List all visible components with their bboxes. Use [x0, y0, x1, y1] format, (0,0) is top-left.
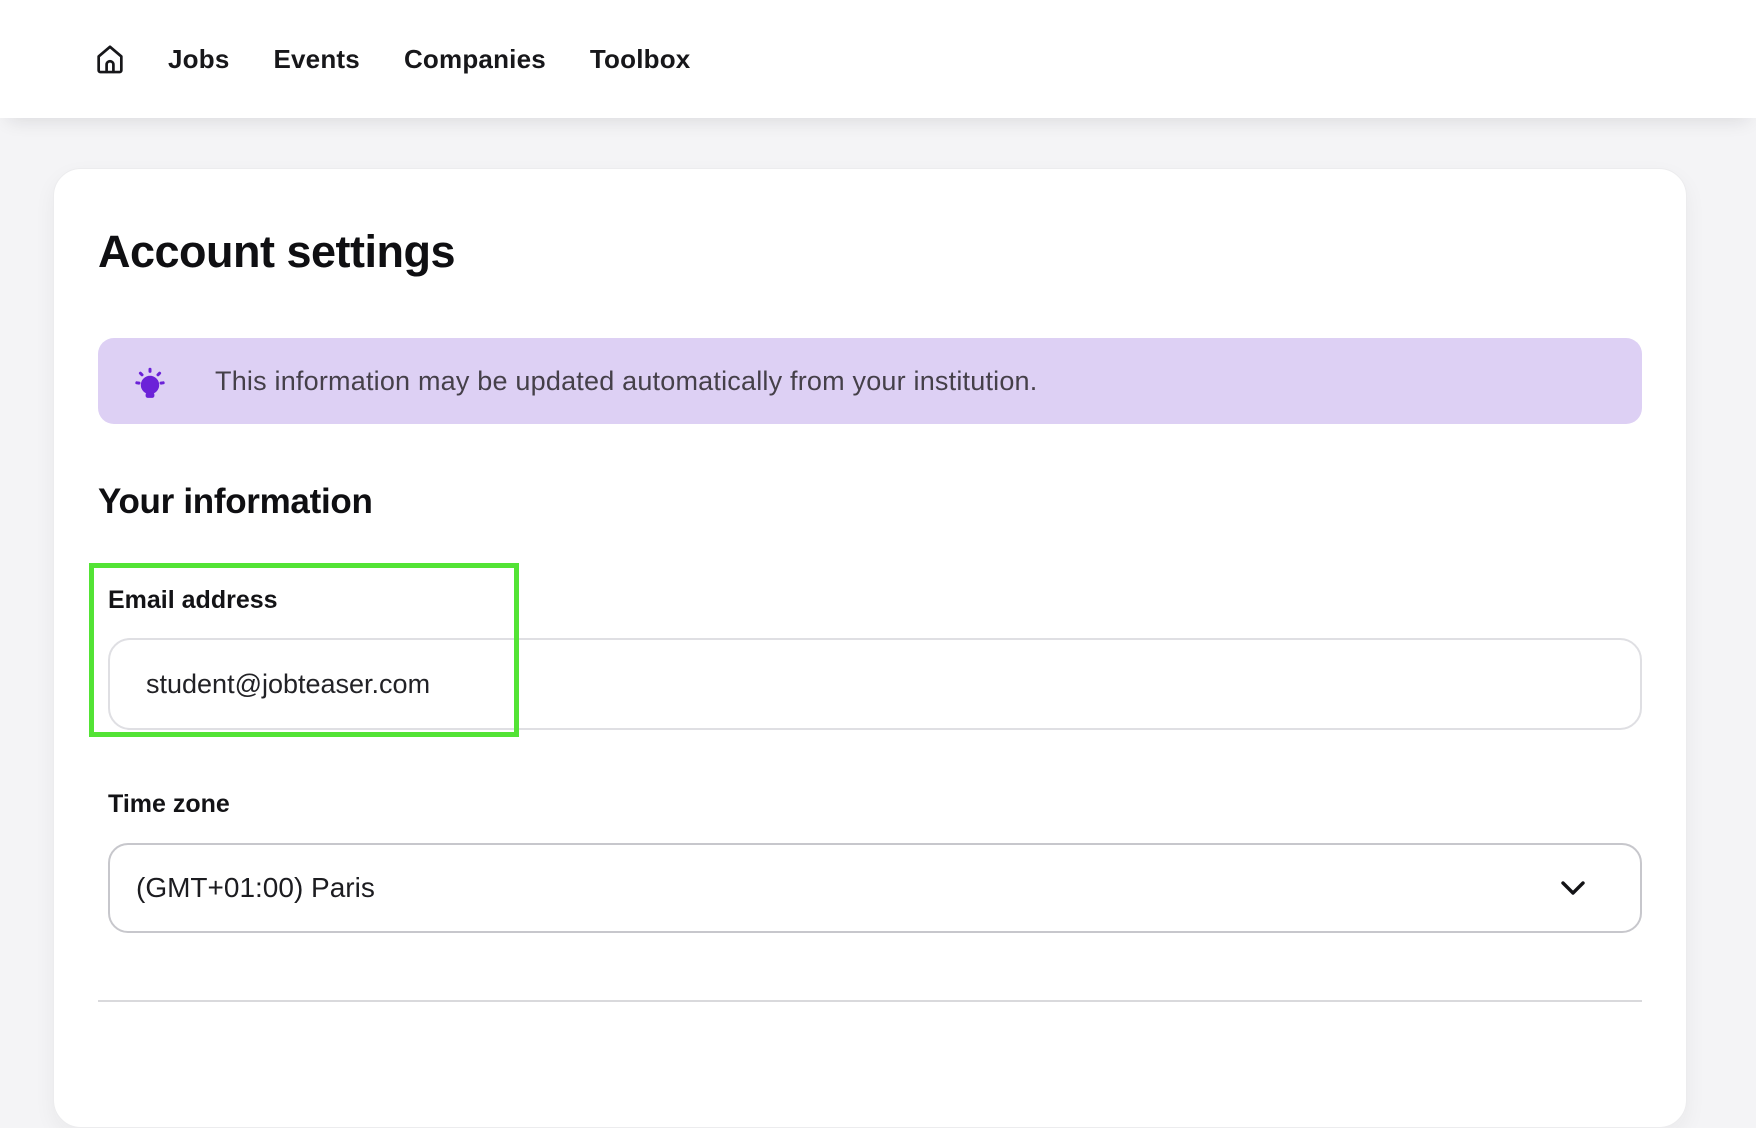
- home-icon: [93, 42, 127, 76]
- home-button[interactable]: [92, 41, 128, 77]
- email-input[interactable]: [108, 638, 1642, 730]
- top-navigation: Jobs Events Companies Toolbox: [0, 0, 1756, 118]
- email-label: Email address: [108, 586, 1642, 615]
- page-title: Account settings: [98, 226, 1642, 278]
- info-banner-text: This information may be updated automati…: [215, 366, 1037, 397]
- email-field-group: Email address: [108, 586, 1642, 730]
- account-settings-card: Account settings This information may be…: [53, 168, 1687, 1128]
- nav-item-companies[interactable]: Companies: [404, 44, 546, 75]
- chevron-down-icon: [1556, 878, 1590, 898]
- section-divider: [98, 1000, 1642, 1002]
- section-title: Your information: [98, 482, 1642, 522]
- timezone-selected-value: (GMT+01:00) Paris: [136, 872, 375, 904]
- nav-item-toolbox[interactable]: Toolbox: [590, 44, 691, 75]
- timezone-field-group: Time zone (GMT+01:00) Paris: [108, 790, 1642, 933]
- nav-item-events[interactable]: Events: [273, 44, 359, 75]
- main-nav: Jobs Events Companies Toolbox: [168, 44, 690, 75]
- info-banner: This information may be updated automati…: [98, 338, 1642, 424]
- timezone-select[interactable]: (GMT+01:00) Paris: [108, 843, 1642, 933]
- lightbulb-icon: [131, 361, 169, 401]
- nav-item-jobs[interactable]: Jobs: [168, 44, 229, 75]
- timezone-label: Time zone: [108, 790, 1642, 819]
